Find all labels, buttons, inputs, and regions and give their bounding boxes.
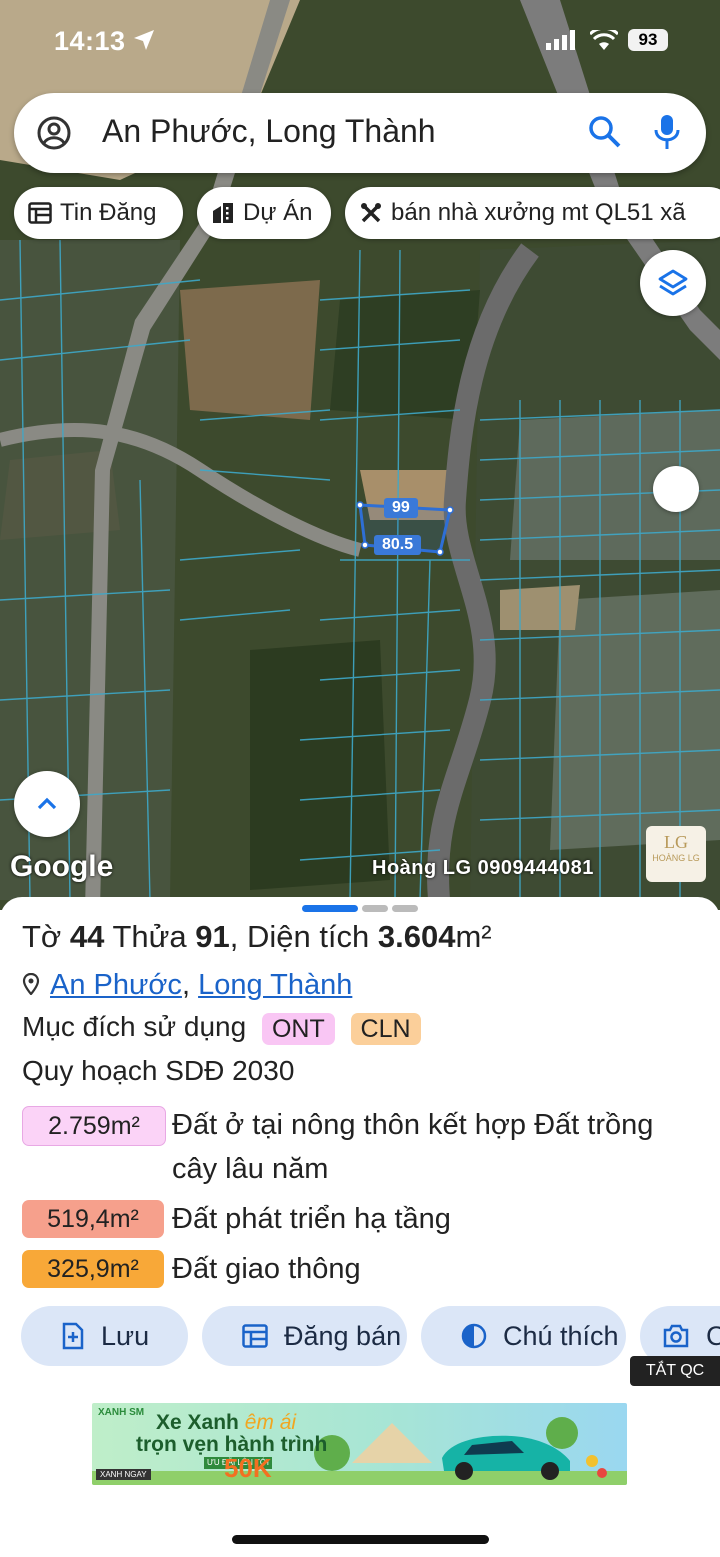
post-sale-label: Đăng bán — [284, 1320, 402, 1351]
sheet-page-indicator[interactable] — [392, 905, 418, 912]
zone-area-badge: 325,9m² — [22, 1250, 164, 1288]
expand-up-button[interactable] — [14, 771, 80, 837]
purpose-tag-cln: CLN — [350, 1012, 421, 1045]
zone-description: Đất giao thông — [172, 1253, 361, 1285]
screenshot-label: Chụp — [706, 1320, 720, 1351]
ad-banner[interactable]: XANH SM Xe Xanh êm ái trọn vẹn hành trìn… — [92, 1403, 627, 1485]
chevron-up-icon — [37, 797, 57, 810]
wifi-icon — [588, 26, 620, 55]
building-icon — [213, 203, 233, 223]
watermark-logo-mark: LG — [664, 832, 688, 852]
sheet-page-indicator[interactable] — [362, 905, 388, 912]
lot-number: 91 — [195, 919, 230, 954]
watermark-logo-name: HOÀNG LG — [652, 853, 700, 863]
parcel-edge-label-bottom: 80.5 — [374, 535, 422, 555]
parcel-area: 3.604 — [377, 919, 456, 954]
watermark-logo: LG HOÀNG LG — [646, 826, 706, 882]
chip-listings[interactable]: Tin Đăng — [14, 187, 183, 239]
parcel-address: An Phước, Long Thành — [22, 969, 352, 1002]
location-pin-icon — [22, 972, 40, 996]
district-link[interactable]: Long Thành — [198, 969, 352, 1001]
account-icon[interactable] — [36, 115, 72, 156]
listing-icon — [28, 202, 52, 224]
zone-area-badge: 519,4m² — [22, 1200, 164, 1238]
parcel-edge-label-top: 99 — [384, 498, 418, 518]
status-time: 14:13 — [54, 26, 126, 56]
save-icon — [62, 1322, 84, 1350]
purpose-tag-ont: ONT — [261, 1012, 335, 1045]
post-sale-button[interactable]: Đăng bán — [202, 1306, 407, 1366]
cellular-signal-icon — [546, 30, 578, 55]
plan-label: Quy hoạch SDĐ 2030 — [22, 1055, 295, 1086]
zone-description: Đất phát triển hạ tầng — [172, 1203, 451, 1235]
status-bar: 14:13 93 — [0, 22, 720, 62]
layers-icon — [658, 269, 688, 296]
save-button[interactable]: Lưu — [21, 1306, 188, 1366]
ad-headline-b: êm ái — [244, 1411, 297, 1434]
legend-icon — [461, 1323, 487, 1349]
location-arrow-icon — [132, 28, 156, 57]
map-watermark-text: Hoàng LG 0909444081 — [372, 857, 594, 879]
sheet-prefix: Tờ — [22, 919, 62, 954]
zone-description: Đất ở tại nông thôn kết hợp Đất trồng — [172, 1109, 654, 1141]
parcel-title: Tờ 44 Thửa 91, Diện tích 3.604m² — [22, 919, 492, 955]
post-sale-icon — [242, 1324, 268, 1348]
chip-label: Tin Đăng — [60, 199, 157, 226]
area-unit: m² — [455, 919, 492, 954]
lot-prefix: Thửa — [112, 919, 187, 954]
turn-off-ads-button[interactable]: TẮT QC — [630, 1356, 720, 1386]
search-query[interactable]: An Phước, Long Thành — [102, 113, 436, 150]
battery-indicator: 93 — [628, 29, 668, 51]
ad-headline: Xe Xanh êm ái — [156, 1411, 296, 1435]
map-layers-button[interactable] — [640, 250, 706, 316]
commune-link[interactable]: An Phước — [50, 969, 182, 1001]
parcel-info-sheet: Tờ 44 Thửa 91, Diện tích 3.604m² An Phướ… — [0, 897, 720, 1557]
home-indicator[interactable] — [232, 1535, 489, 1544]
camera-icon — [663, 1324, 689, 1348]
search-icon[interactable] — [588, 115, 622, 154]
zone-description-cont: cây lâu năm — [172, 1153, 329, 1185]
map-side-handle[interactable] — [653, 466, 699, 512]
tools-icon — [361, 203, 381, 223]
ad-headline-a: Xe Xanh — [156, 1411, 239, 1434]
sheet-number: 44 — [69, 919, 105, 954]
chip-projects[interactable]: Dự Án — [197, 187, 331, 239]
legend-button[interactable]: Chú thích — [421, 1306, 626, 1366]
microphone-icon[interactable] — [652, 113, 682, 156]
satellite-map[interactable]: 99 80.5 14:13 93 An Phước, Long Thành Ti… — [0, 0, 720, 910]
save-label: Lưu — [101, 1320, 150, 1351]
zone-area-badge: 2.759m² — [22, 1106, 166, 1146]
chip-label: bán nhà xưởng mt QL51 xã — [391, 199, 686, 226]
chip-label: Dự Án — [243, 199, 313, 226]
ad-value: 50K — [224, 1453, 272, 1483]
legend-label: Chú thích — [503, 1320, 619, 1351]
chip-saved-search[interactable]: bán nhà xưởng mt QL51 xã — [345, 187, 720, 239]
land-use-purpose-row: Mục đích sử dụng ONT CLN — [22, 1011, 421, 1045]
area-prefix: , Diện tích — [229, 919, 370, 954]
search-bar[interactable]: An Phước, Long Thành — [14, 93, 706, 173]
purpose-label: Mục đích sử dụng — [22, 1011, 247, 1042]
sheet-page-indicator-active[interactable] — [302, 905, 358, 912]
google-logo: Google — [10, 850, 114, 883]
ad-cta[interactable]: XANH NGAY — [96, 1469, 151, 1480]
ad-brand: XANH SM — [98, 1407, 145, 1418]
